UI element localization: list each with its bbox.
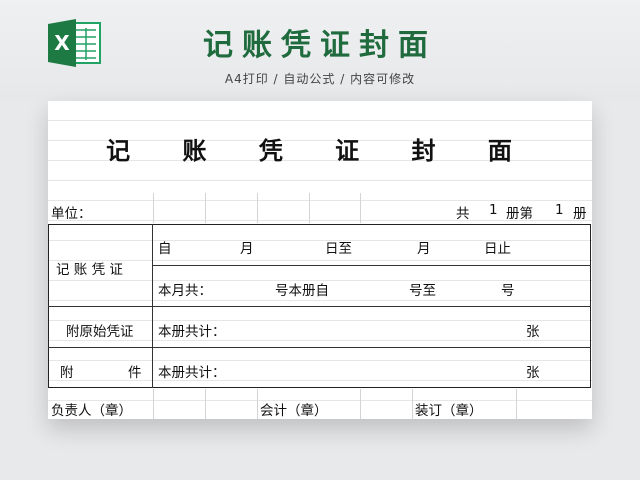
from-label: 自 [158, 241, 172, 257]
grid-col [257, 389, 258, 419]
volume-prefix: 共 [456, 206, 470, 222]
form-row-line [48, 347, 591, 348]
spreadsheet-preview: 记 账 凭 证 封 面 单位： 共 1 册第 1 册 记 账 凭 证 自 月 日… [48, 101, 592, 419]
book-from-label: 号本册自 [275, 283, 329, 299]
grid-col [153, 389, 154, 419]
document-title: 记 账 凭 证 封 面 [106, 136, 534, 165]
number-end-label: 号 [501, 283, 515, 299]
unit-label: 单位： [51, 206, 92, 222]
grid-col [205, 193, 206, 223]
attachment-label-a: 附 [60, 365, 74, 381]
original-count-label: 本册共计： [158, 324, 226, 340]
grid-col [516, 389, 517, 419]
month-label-1: 月 [240, 241, 254, 257]
grid-col [360, 193, 361, 223]
volume-total: 1 [489, 202, 498, 218]
binder-signature: 装订（章） [415, 403, 483, 419]
original-voucher-label: 附原始凭证 [66, 324, 134, 340]
original-unit-label: 张 [526, 324, 540, 340]
attachment-unit-label: 张 [526, 365, 540, 381]
responsible-signature: 负责人（章） [51, 403, 132, 419]
form-row-line [152, 265, 591, 266]
number-to-label: 号至 [409, 283, 436, 299]
page-title: 记账凭证封面 [203, 28, 437, 63]
grid-col [257, 193, 258, 223]
month-total-label: 本月共： [158, 283, 212, 299]
banner: X 记账凭证封面 A4打印 / 自动公式 / 内容可修改 [0, 0, 640, 100]
volume-mid: 册第 [506, 206, 533, 222]
page-subtitle: A4打印 / 自动公式 / 内容可修改 [224, 72, 416, 86]
attachment-label-b: 件 [128, 365, 142, 381]
grid-col [309, 193, 310, 223]
grid-col [412, 389, 413, 419]
month-label-2: 月 [417, 241, 431, 257]
day-end-label: 日止 [484, 241, 511, 257]
grid-col [205, 389, 206, 419]
day-to-label: 日至 [325, 241, 352, 257]
grid-col [360, 389, 361, 419]
form-row-line [48, 306, 591, 307]
accountant-signature: 会计（章） [260, 403, 328, 419]
voucher-label: 记 账 凭 证 [56, 262, 123, 278]
volume-current: 1 [555, 202, 564, 218]
attachment-count-label: 本册共计： [158, 365, 226, 381]
volume-suffix: 册 [573, 206, 587, 222]
grid-col [153, 193, 154, 223]
